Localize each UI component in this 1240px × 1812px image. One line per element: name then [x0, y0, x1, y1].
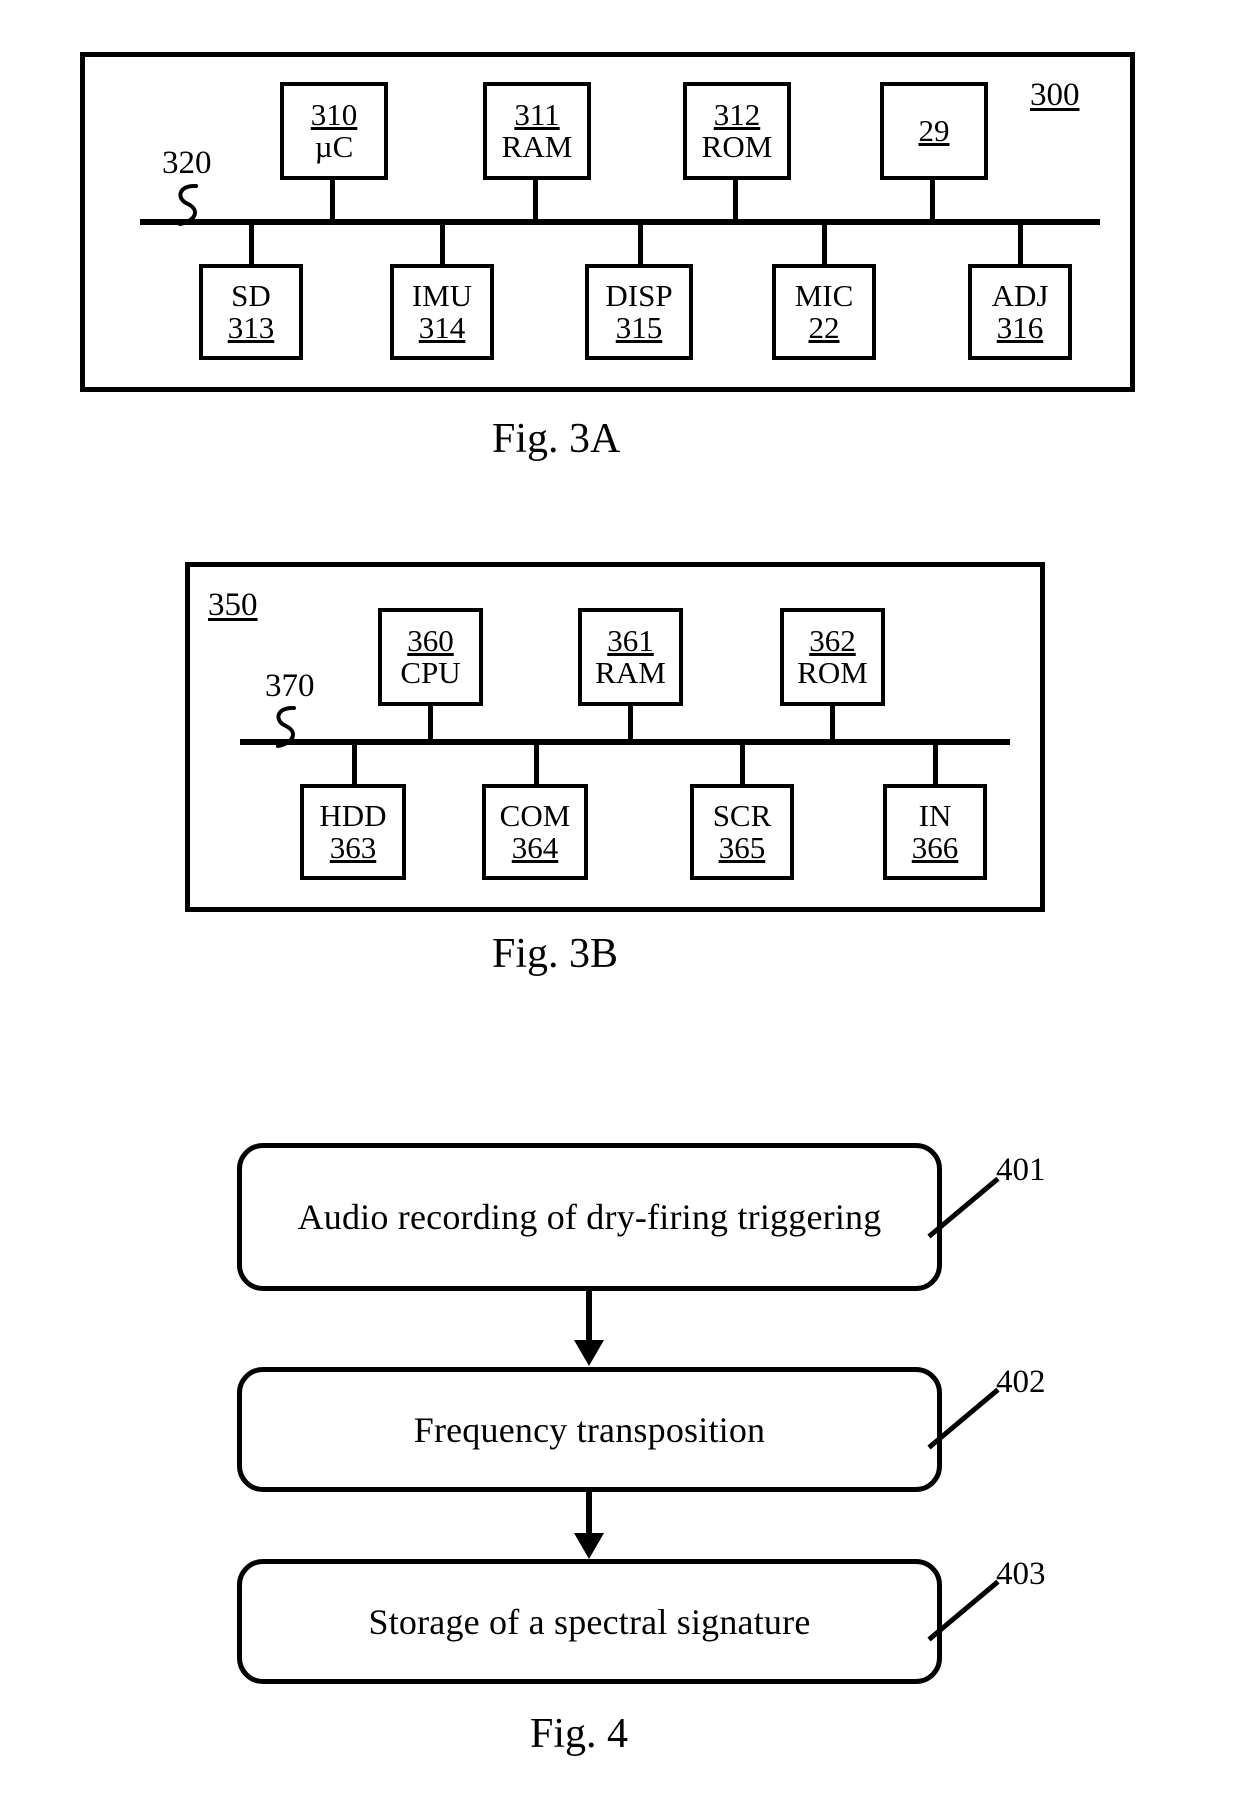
fig4-caption: Fig. 4	[530, 1711, 629, 1757]
fig4-step-403: Storage of a spectral signature	[237, 1559, 942, 1684]
fig3b-node-360: 360 CPU	[378, 608, 483, 706]
fig3b-stub-361	[628, 706, 633, 742]
fig3b-stub-364	[534, 742, 539, 786]
fig4-ref-403: 403	[996, 1556, 1046, 1592]
fig3b-stub-366	[933, 742, 938, 786]
fig3b-node-360-label: CPU	[400, 655, 461, 690]
fig3a-system-ref: 300	[1030, 77, 1080, 113]
fig3b-bus-ref: 370	[265, 668, 315, 704]
fig3a-node-316-number: 316	[996, 310, 1044, 345]
fig3a-stub-315	[638, 222, 643, 266]
fig3b-node-364-label: COM	[499, 797, 571, 833]
fig3a-node-22: MIC 22	[772, 264, 876, 360]
fig4-step-402: Frequency transposition	[237, 1367, 942, 1492]
fig4-ref-402: 402	[996, 1364, 1046, 1400]
fig3b-stub-365	[740, 742, 745, 786]
fig3a-node-313: SD 313	[199, 264, 303, 360]
fig3a-bus-ref: 320	[162, 145, 212, 181]
fig3a-node-314-number: 314	[418, 310, 466, 345]
fig3b-caption: Fig. 3B	[492, 931, 619, 977]
fig3a-node-312-number: 312	[713, 96, 761, 132]
fig3a-node-312-label: ROM	[701, 129, 773, 164]
fig3a-node-311-label: RAM	[501, 129, 573, 164]
fig3a-node-313-label: SD	[231, 277, 271, 313]
fig3a-node-22-number: 22	[808, 310, 840, 345]
fig3a-node-315: DISP 315	[585, 264, 693, 360]
fig3a-stub-314	[440, 222, 445, 266]
fig3a-stub-312	[733, 180, 738, 222]
fig4-ref-401: 401	[996, 1152, 1046, 1188]
fig4-step-403-text: Storage of a spectral signature	[368, 1601, 811, 1642]
fig3a-bus-line	[140, 219, 1100, 225]
fig3b-node-360-number: 360	[407, 622, 454, 658]
fig3a-node-22-label: MIC	[794, 277, 854, 313]
fig3b-node-362-number: 362	[809, 622, 856, 658]
fig3a-node-29: 29	[880, 82, 988, 180]
fig3b-node-364-number: 364	[511, 830, 559, 865]
fig3b-node-365-label: SCR	[712, 797, 772, 833]
fig3a-node-314-label: IMU	[411, 277, 473, 313]
fig3a-stub-316	[1018, 222, 1023, 266]
fig3b-node-365-number: 365	[718, 830, 766, 865]
fig3a-node-315-number: 315	[615, 310, 663, 345]
fig3b-node-365: SCR 365	[690, 784, 794, 880]
fig3a-stub-29	[930, 180, 935, 222]
fig4-step-401: Audio recording of dry-firing triggering	[237, 1143, 942, 1291]
fig3b-node-366: IN 366	[883, 784, 987, 880]
fig3b-node-363: HDD 363	[300, 784, 406, 880]
fig3a-node-310-number: 310	[310, 96, 358, 132]
fig4-arrow-2-head	[574, 1533, 604, 1559]
fig3a-stub-311	[533, 180, 538, 222]
fig3b-stub-363	[352, 742, 357, 786]
fig3a-stub-22	[822, 222, 827, 266]
fig3b-node-362-label: ROM	[797, 655, 868, 690]
fig3a-node-316: ADJ 316	[968, 264, 1072, 360]
fig3b-node-361: 361 RAM	[578, 608, 683, 706]
fig4-step-402-text: Frequency transposition	[413, 1409, 766, 1450]
fig3a-node-29-number: 29	[918, 112, 950, 148]
fig3b-system-ref: 350	[208, 587, 258, 623]
fig3a-stub-310	[330, 180, 335, 222]
fig3b-node-366-number: 366	[911, 830, 959, 865]
fig3b-node-363-label: HDD	[319, 797, 387, 833]
fig3b-node-361-label: RAM	[595, 655, 666, 690]
fig3a-caption: Fig. 3A	[492, 416, 621, 462]
fig3a-node-315-label: DISP	[605, 277, 673, 313]
fig3a-node-316-label: ADJ	[991, 277, 1049, 313]
fig4-step-401-text: Audio recording of dry-firing triggering	[297, 1197, 882, 1237]
fig4-arrow-1-line	[586, 1291, 592, 1347]
fig3b-node-362: 362 ROM	[780, 608, 885, 706]
fig3a-node-313-number: 313	[227, 310, 275, 345]
fig4-arrow-1-head	[574, 1340, 604, 1366]
fig3b-node-364: COM 364	[482, 784, 588, 880]
fig3a-node-310-label: µC	[314, 129, 354, 164]
fig3a-node-310: 310 µC	[280, 82, 388, 180]
fig3b-stub-362	[830, 706, 835, 742]
fig3b-node-361-number: 361	[607, 622, 654, 658]
fig3a-node-311: 311 RAM	[483, 82, 591, 180]
fig3a-node-311-number: 311	[514, 96, 560, 132]
fig3b-stub-360	[428, 706, 433, 742]
fig3b-node-366-label: IN	[918, 797, 952, 833]
fig3a-stub-313	[249, 222, 254, 266]
fig3a-node-312: 312 ROM	[683, 82, 791, 180]
fig3b-node-363-number: 363	[329, 830, 377, 865]
fig3a-node-314: IMU 314	[390, 264, 494, 360]
